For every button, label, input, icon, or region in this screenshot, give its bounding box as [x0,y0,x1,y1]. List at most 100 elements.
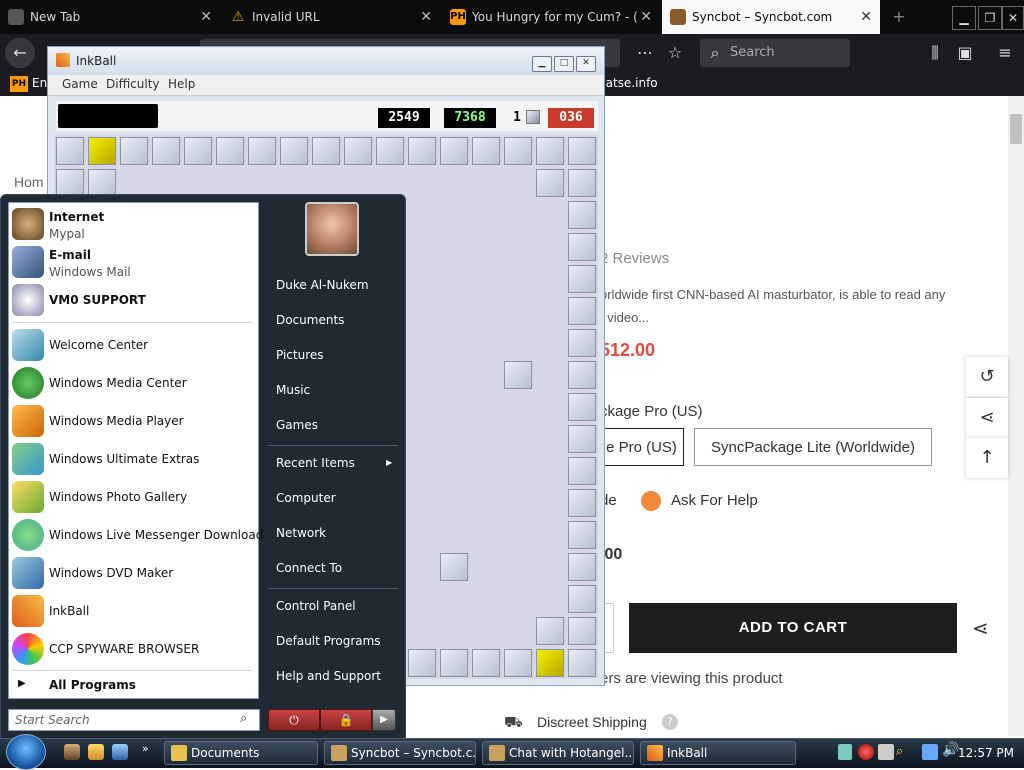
close-window-button[interactable]: ✕ [1002,6,1024,30]
taskbar-syncbot[interactable]: Syncbot – Syncbot.c... [324,741,476,765]
network-link[interactable]: Network [276,526,326,540]
history-icon[interactable]: ↺ [966,357,1008,397]
chevron-double-right-icon[interactable]: » [142,742,149,755]
wall-tile [376,137,404,165]
breadcrumb[interactable]: Hom [14,174,44,190]
quicklaunch-raccoon-icon[interactable] [64,744,80,760]
documents-link[interactable]: Documents [276,313,344,327]
menu-game[interactable]: Game [62,77,98,91]
bookmark-item[interactable]: En [32,76,47,90]
sidebar-icon[interactable]: ▣ [950,38,980,68]
program-inkball[interactable]: InkBall [8,593,258,629]
shutdown-options-arrow-icon[interactable]: ▶ [372,709,396,731]
media-player-icon [12,405,44,437]
ph-logo-icon: PH [450,9,466,25]
back-to-top-icon[interactable]: ↑ [966,438,1008,478]
program-dvd-maker[interactable]: Windows DVD Maker [8,555,258,591]
search-tray-icon[interactable]: ⌕ [896,744,903,759]
browser-icon [331,745,347,761]
tab-ph[interactable]: PH You Hungry for my Cum? - ( ✕ [442,0,660,34]
music-link[interactable]: Music [276,383,310,397]
power-icon[interactable]: ⏻ [268,709,320,731]
minimize-button[interactable]: ▁ [952,6,976,30]
ask-for-help-link[interactable]: Ask For Help [671,492,758,509]
tray-icon[interactable] [838,744,852,760]
hamburger-menu-icon[interactable]: ≡ [990,38,1020,68]
program-media-center[interactable]: Windows Media Center [8,365,258,401]
maximize-button[interactable]: □ [554,56,574,72]
taskbar-inkball[interactable]: InkBall [640,741,796,765]
inkball-title-bar[interactable]: InkBall ▁ □ ✕ [48,47,604,75]
wall-tile [280,137,308,165]
back-arrow-icon[interactable]: ← [5,38,35,68]
info-icon[interactable]: ? [662,714,678,730]
restore-button[interactable]: ❐ [978,6,1002,30]
control-panel-link[interactable]: Control Panel [276,599,356,613]
pinned-email[interactable]: E-mail Windows Mail [8,244,258,280]
wall-tile [408,137,436,165]
pinned-internet[interactable]: Internet Mypal [8,206,258,242]
pinned-vm0-support[interactable]: VM0 SUPPORT [8,282,258,318]
program-media-player[interactable]: Windows Media Player [8,403,258,439]
new-tab-button[interactable]: + [884,2,914,32]
user-avatar[interactable] [305,202,359,256]
library-icon[interactable]: ⫼ [920,38,950,68]
item-label: VM0 SUPPORT [49,293,146,307]
wall-tile [568,329,596,357]
minimize-button[interactable]: ▁ [532,56,552,72]
games-link[interactable]: Games [276,418,318,432]
recent-items-link[interactable]: Recent Items [276,456,355,470]
user-folder-link[interactable]: Duke Al-Nukem [276,278,369,292]
taskbar-clock[interactable]: 12:57 PM [958,741,1014,765]
show-desktop-icon[interactable] [112,744,128,760]
close-icon[interactable]: ✕ [860,0,872,34]
taskbar-label: Chat with Hotangel... [509,746,634,760]
help-support-link[interactable]: Help and Support [276,669,381,683]
more-dots-icon[interactable]: ⋯ [630,38,660,68]
variant-pro-button[interactable]: e Pro (US) [600,428,684,466]
program-welcome-center[interactable]: Welcome Center [8,327,258,363]
variant-lite-button[interactable]: SyncPackage Lite (Worldwide) [694,428,932,466]
start-search-input[interactable]: Start Search [8,709,260,731]
share-icon[interactable]: ⋖ [972,616,989,641]
quicklaunch-browser-icon[interactable] [88,744,104,760]
bookmark-item[interactable]: batse.info [598,76,658,90]
close-button[interactable]: ✕ [576,56,596,72]
wall-tile [568,297,596,325]
taskbar-documents[interactable]: Documents [164,741,318,765]
shipping-truck-icon: ⛟ [504,714,523,731]
menu-help[interactable]: Help [168,77,195,91]
program-photo-gallery[interactable]: Windows Photo Gallery [8,479,258,515]
close-icon[interactable]: ✕ [420,0,432,34]
all-programs-button[interactable]: All Programs [49,678,136,692]
network-icon[interactable] [922,744,938,760]
tab-new-tab[interactable]: New Tab ✕ [0,0,220,34]
security-alert-icon[interactable] [858,744,874,760]
default-programs-link[interactable]: Default Programs [276,634,381,648]
page-scrollbar[interactable] [1008,96,1024,736]
start-button[interactable] [6,734,46,770]
menu-difficulty[interactable]: Difficulty [106,77,160,91]
reviews-link[interactable]: 2 Reviews [600,250,669,267]
volume-icon[interactable]: 🔊 [942,742,959,758]
computer-link[interactable]: Computer [276,491,336,505]
program-ccp-browser[interactable]: CCP SPYWARE BROWSER [8,631,258,667]
syncbot-favicon-icon [670,9,686,25]
add-to-cart-button[interactable]: ADD TO CART [629,603,957,653]
program-ultimate-extras[interactable]: Windows Ultimate Extras [8,441,258,477]
share-nodes-icon[interactable]: ⋖ [966,398,1008,438]
bookmark-star-icon[interactable]: ☆ [660,38,690,68]
program-live-messenger[interactable]: Windows Live Messenger Download [8,517,263,553]
tab-invalid-url[interactable]: ⚠ Invalid URL ✕ [222,0,440,34]
taskbar-chat[interactable]: Chat with Hotangel... [482,741,634,765]
pictures-link[interactable]: Pictures [276,348,324,362]
lock-icon[interactable]: 🔒 [320,709,372,731]
connect-to-link[interactable]: Connect To [276,561,342,575]
ball-indicator-icon [526,110,540,124]
close-icon[interactable]: ✕ [200,0,212,34]
tab-syncbot[interactable]: Syncbot – Syncbot.com ✕ [662,0,880,34]
close-icon[interactable]: ✕ [640,0,652,34]
scrollbar-thumb[interactable] [1010,114,1022,144]
ph-bookmark-icon[interactable]: PH [10,76,28,92]
tray-icon[interactable] [878,744,894,760]
